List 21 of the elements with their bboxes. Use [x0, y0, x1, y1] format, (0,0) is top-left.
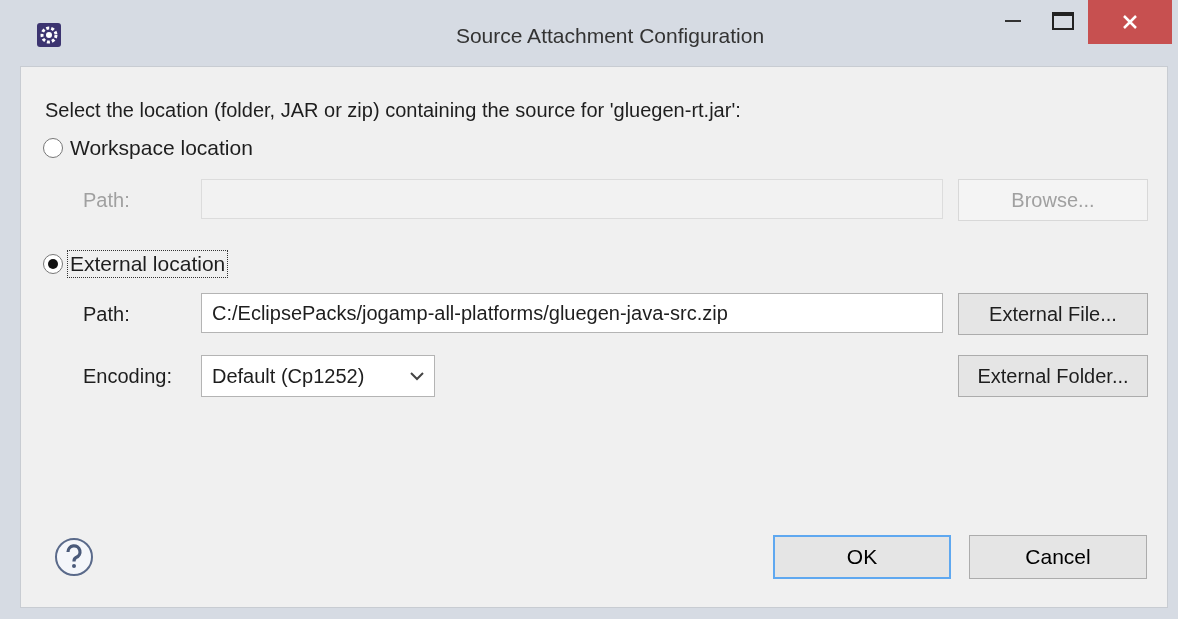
- encoding-dropdown[interactable]: Default (Cp1252): [201, 355, 435, 397]
- dialog-button[interactable]: Cancel: [969, 535, 1147, 579]
- browse-button[interactable]: External Folder...: [958, 355, 1148, 397]
- app-icon: [36, 22, 62, 48]
- radio-label[interactable]: External location: [67, 250, 229, 278]
- radio-button[interactable]: [43, 254, 63, 274]
- window-title: Source Attachment Configuration: [454, 24, 766, 48]
- field-label: Path:: [83, 302, 131, 326]
- radio-button[interactable]: [43, 138, 63, 158]
- chevron-down-icon: [410, 371, 424, 381]
- field-label: Encoding:: [83, 364, 173, 388]
- close-icon: [1122, 14, 1138, 30]
- instruction-text: Select the location (folder, JAR or zip) containing the source for 'gluegen-rt.jar':: [45, 97, 742, 123]
- minimize-icon: [1005, 19, 1021, 23]
- help-icon[interactable]: [53, 536, 95, 578]
- field-label: Path:: [83, 188, 131, 212]
- browse-button[interactable]: External File...: [958, 293, 1148, 335]
- radio-label[interactable]: Workspace location: [67, 134, 256, 162]
- maximize-icon: [1052, 12, 1074, 30]
- dialog-button[interactable]: OK: [773, 535, 951, 579]
- path-field[interactable]: C:/EclipsePacks/jogamp-all-platforms/gluegen-java-src.zip: [201, 293, 943, 333]
